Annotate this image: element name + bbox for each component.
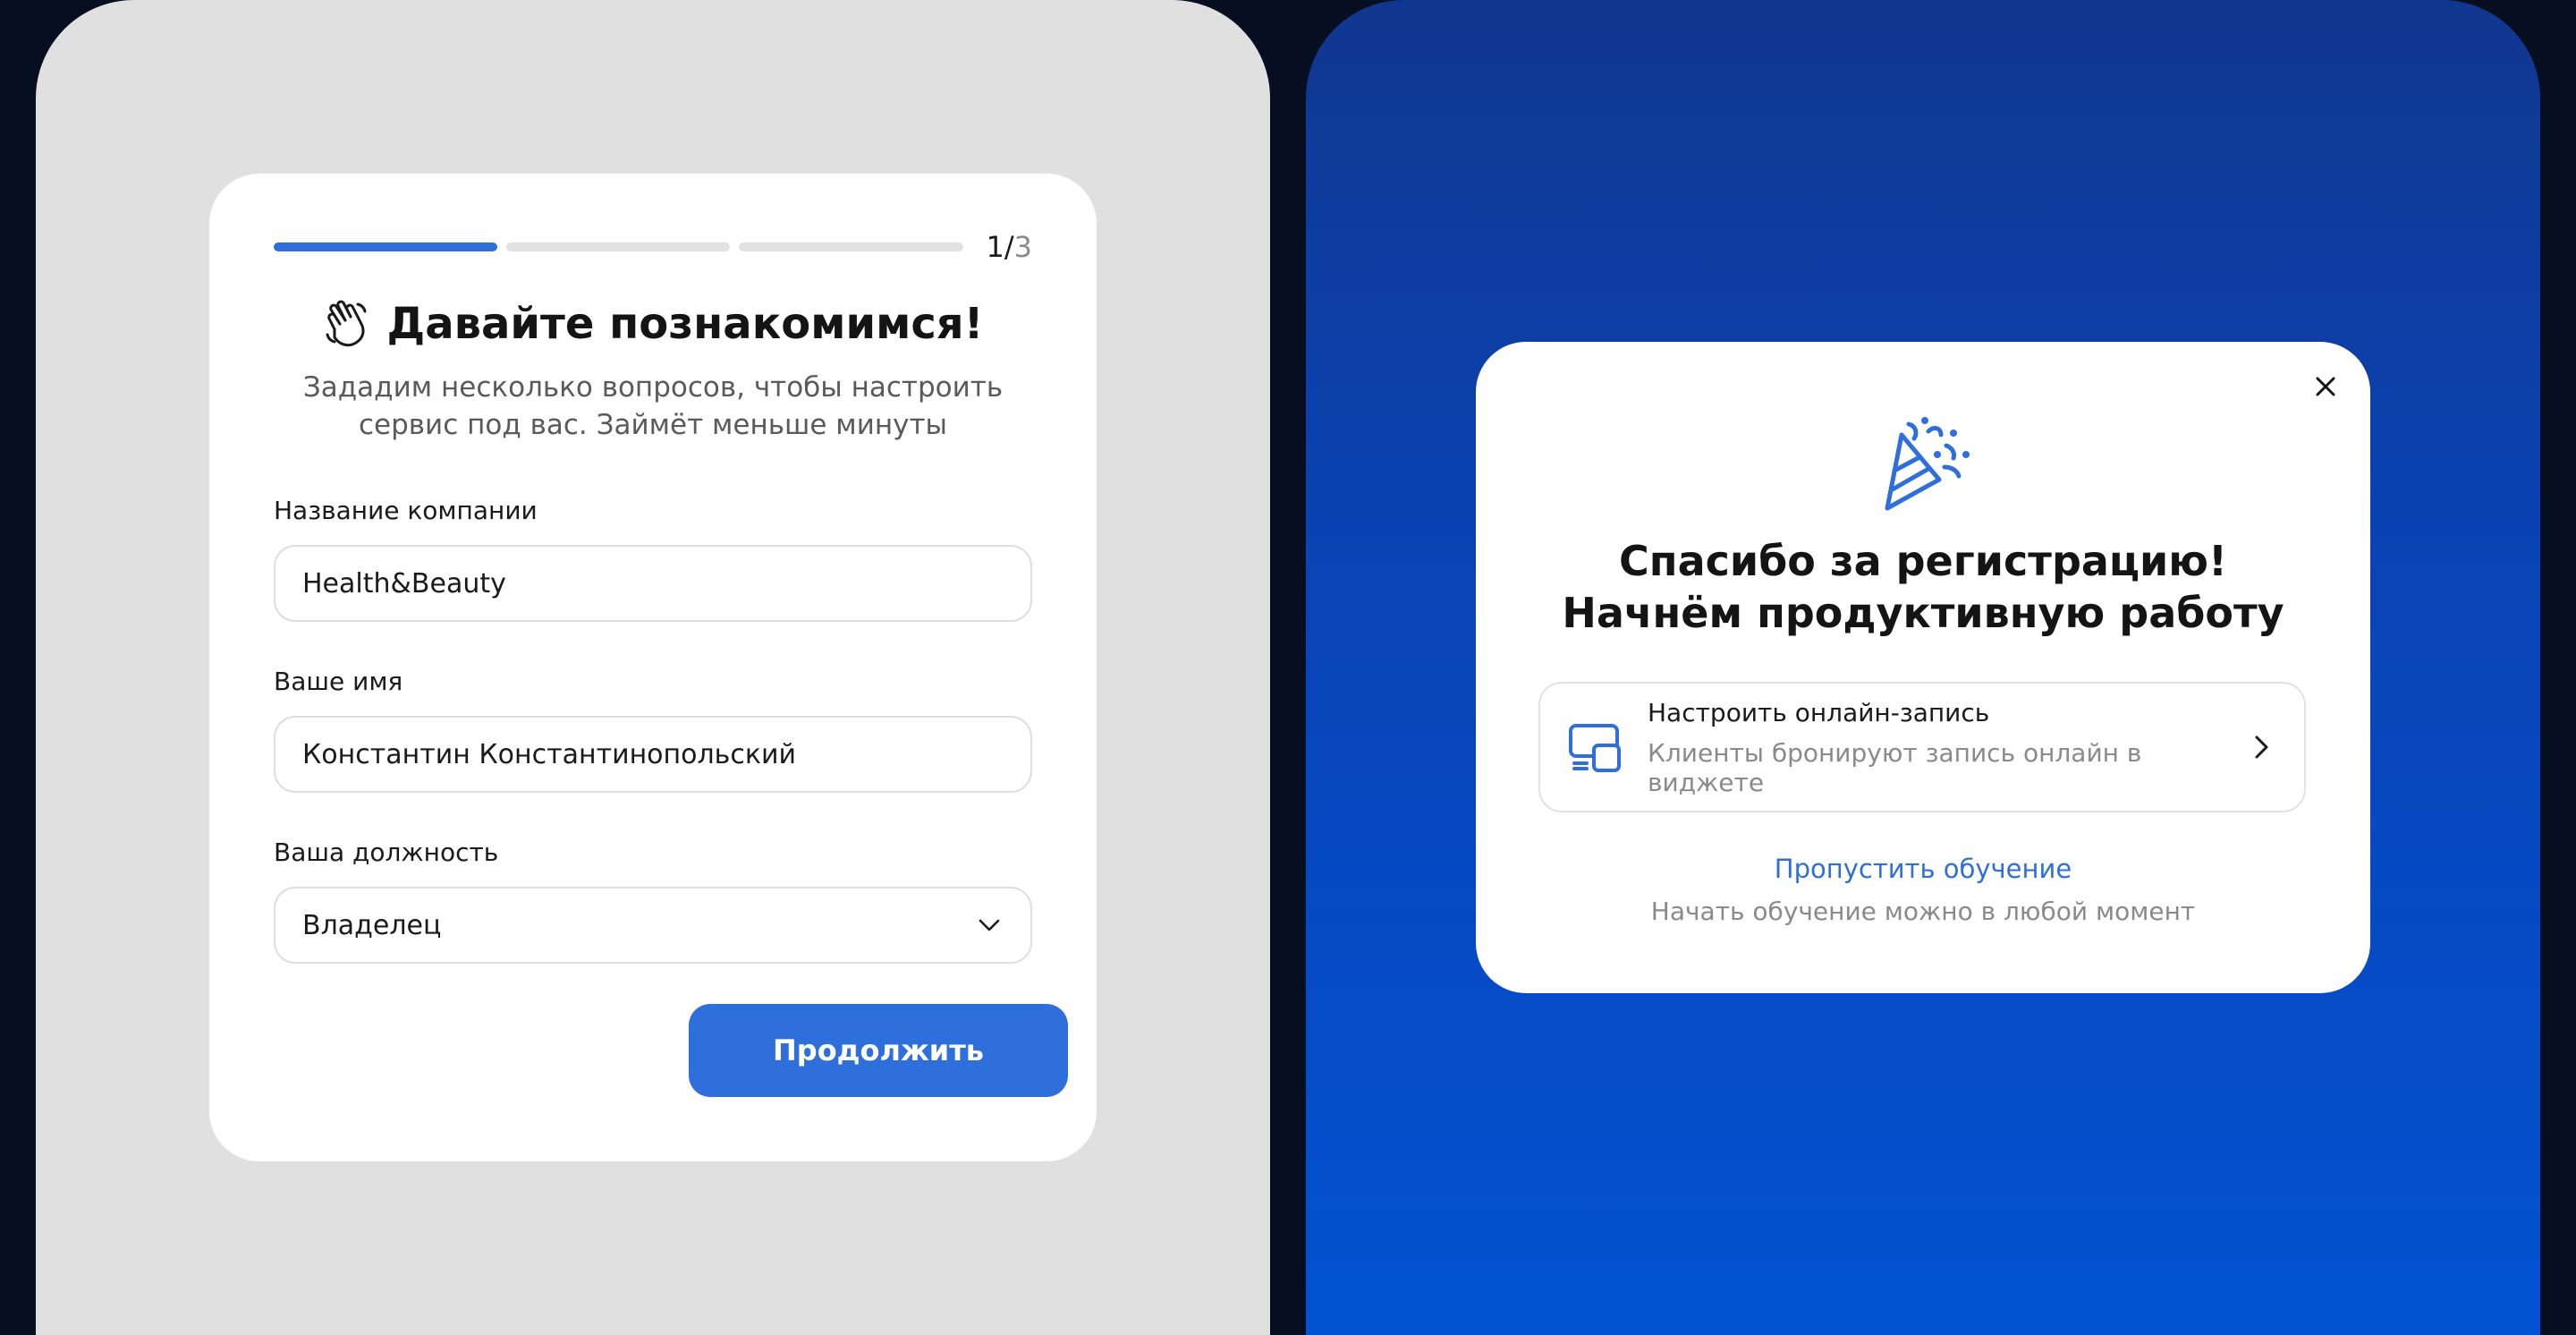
option-title: Настроить онлайн-запись (1648, 697, 1990, 727)
left-panel: 1/3 Давайте познакомимся! Зададим нескол… (36, 0, 1270, 1335)
company-value: Health&Beauty (302, 567, 506, 599)
name-value: Константин Константинопольский (302, 738, 796, 770)
option-description: Клиенты бронируют запись онлайн в виджет… (1648, 737, 2142, 797)
skip-training-note: Начать обучение можно в любой момент (1650, 897, 2196, 926)
position-value: Владелец (302, 909, 442, 941)
company-input[interactable]: Health&Beauty (274, 545, 1032, 622)
step-counter: 1/3 (987, 230, 1033, 264)
step-current: 1/ (986, 230, 1014, 264)
chevron-down-icon[interactable] (975, 911, 1004, 940)
modal-title-line-1: Спасибо за регистрацию! (1619, 537, 2227, 585)
modal-title: Спасибо за регистрацию! Начнём продуктив… (1476, 535, 2370, 639)
name-label: Ваше имя (274, 667, 403, 696)
name-input[interactable]: Константин Константинопольский (274, 716, 1032, 793)
waving-hand-icon (326, 300, 367, 347)
right-panel: Спасибо за регистрацию! Начнём продуктив… (1306, 0, 2540, 1335)
subtitle-line-1: Зададим несколько вопросов, чтобы настро… (302, 371, 1004, 404)
onboarding-title: Давайте познакомимся! (386, 299, 984, 349)
option-text: Настроить онлайн-запись Клиенты бронирую… (1648, 698, 2245, 797)
position-label: Ваша должность (274, 838, 499, 867)
setup-online-booking-option[interactable]: Настроить онлайн-запись Клиенты бронирую… (1538, 682, 2306, 812)
success-modal: Спасибо за регистрацию! Начнём продуктив… (1476, 342, 2370, 993)
position-select[interactable]: Владелец (274, 887, 1032, 964)
progress-segment-3 (739, 242, 963, 251)
continue-button[interactable]: Продолжить (689, 1004, 1068, 1097)
progress-indicator: 1/3 (274, 230, 1033, 264)
subtitle-line-2: сервис под вас. Займёт меньше минуты (358, 409, 947, 441)
chevron-right-icon (2255, 736, 2268, 759)
onboarding-card: 1/3 Давайте познакомимся! Зададим нескол… (209, 174, 1097, 1161)
skip-training-link[interactable]: Пропустить обучение (1476, 854, 2370, 884)
close-icon[interactable] (2308, 369, 2343, 404)
progress-segment-1 (274, 242, 498, 251)
widget-devices-icon (1569, 724, 1621, 772)
onboarding-subtitle: Зададим несколько вопросов, чтобы настро… (274, 369, 1032, 444)
party-popper-icon (1885, 417, 1970, 511)
progress-segment-2 (506, 242, 731, 251)
company-label: Название компании (274, 496, 538, 525)
title-row: Давайте познакомимся! (274, 299, 1032, 349)
modal-title-line-2: Начнём продуктивную работу (1562, 589, 2284, 637)
step-total: 3 (1013, 230, 1033, 264)
